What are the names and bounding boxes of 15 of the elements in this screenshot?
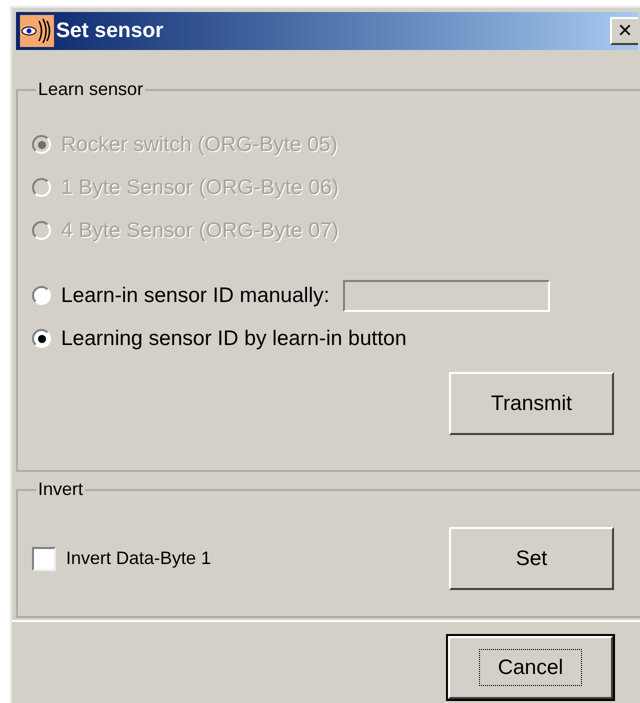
checkbox-label: Invert Data-Byte 1 <box>66 547 212 570</box>
set-button[interactable]: Set <box>449 527 614 590</box>
close-button[interactable]: × <box>610 17 638 45</box>
sensor-icon <box>20 15 54 47</box>
group-title: Invert <box>37 478 84 501</box>
checkbox[interactable] <box>32 546 56 570</box>
sensor-id-field[interactable] <box>343 280 550 312</box>
radio-button[interactable] <box>32 329 51 348</box>
radio-label: Learn-in sensor ID manually: <box>61 282 330 309</box>
transmit-button[interactable]: Transmit <box>449 372 614 435</box>
cancel-button[interactable]: Cancel <box>448 636 613 699</box>
radio-button[interactable] <box>32 286 51 305</box>
window-title: Set sensor <box>56 18 164 44</box>
group-title: Learn sensor <box>37 78 144 101</box>
radio-label: Learning sensor ID by learn-in button <box>61 326 407 352</box>
